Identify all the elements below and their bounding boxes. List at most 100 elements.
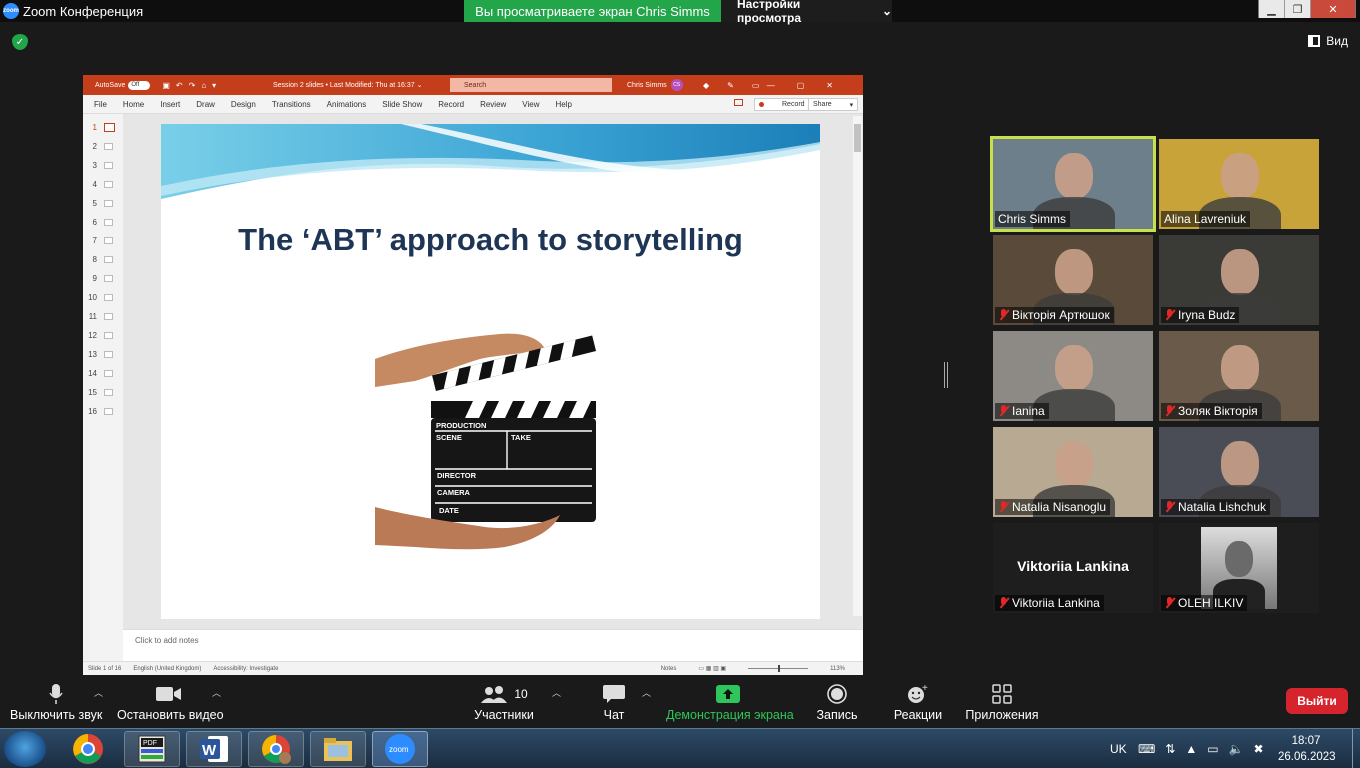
participant-tile[interactable]: Alina Lavreniuk [1159,139,1319,229]
ppt-tab-slide-show[interactable]: Slide Show [382,100,422,109]
ppt-tab-transitions[interactable]: Transitions [272,100,311,109]
view-buttons-icon[interactable]: ▭ ▦ ▥ ▣ [698,665,726,672]
slide-thumbnail[interactable]: 3 [83,156,123,175]
record-button[interactable]: Запись [812,680,862,722]
slide-thumbnail[interactable]: 12 [83,326,123,345]
participant-tile[interactable]: Iryna Budz [1159,235,1319,325]
autosave-switch[interactable]: Off [128,80,151,90]
viewing-share-banner: Вы просматриваете экран Chris Simms [464,0,721,22]
minimize-button[interactable]: ▁ [1259,0,1285,18]
slide-thumbnail-number: 8 [92,255,97,265]
explorer-icon[interactable] [310,731,366,767]
share-screen-button[interactable]: Демонстрация экрана [666,680,794,722]
participant-name-tag: Золяк Вікторія [1161,403,1262,419]
ppt-tab-insert[interactable]: Insert [160,100,180,109]
pdf-icon[interactable]: PDF [124,731,180,767]
muted-mic-icon [998,309,1009,321]
slide-thumbnail[interactable]: 14 [83,364,123,383]
participants-button[interactable]: 10 Участники [474,680,534,722]
slide-thumbnail[interactable]: 13 [83,345,123,364]
ppt-search-box[interactable]: Search [450,78,612,92]
participant-tile[interactable]: Natalia Nisanoglu [993,427,1153,517]
participant-tile[interactable]: Viktoriia Lankina Viktoriia Lankina [993,523,1153,613]
participant-tile[interactable]: Ianina [993,331,1153,421]
slide-thumbnail[interactable]: 6 [83,213,123,232]
audio-options-caret-icon[interactable]: ︿ [94,686,103,699]
ppt-tab-review[interactable]: Review [480,100,506,109]
ppt-tab-help[interactable]: Help [556,100,572,109]
ppt-share-button[interactable]: Share ▾ [808,98,859,111]
participant-tile[interactable]: Natalia Lishchuk [1159,427,1319,517]
slide-thumbnail[interactable]: 5 [83,194,123,213]
slide-thumbnail-number: 16 [88,406,97,416]
participants-caret-icon[interactable]: ︿ [552,686,561,699]
comments-icon[interactable] [734,99,743,106]
slide-thumbnail-preview [104,331,113,339]
show-desktop-button[interactable] [1352,729,1360,768]
ppt-window-controls[interactable]: —▢✕ [767,81,855,90]
participant-tile[interactable]: Золяк Вікторія [1159,331,1319,421]
chat-button[interactable]: Чат [594,680,634,722]
ppt-tab-record[interactable]: Record [438,100,464,109]
ppt-tab-design[interactable]: Design [231,100,256,109]
ppt-tab-home[interactable]: Home [123,100,144,109]
slide-thumbnail[interactable]: 16 [83,402,123,421]
mute-button[interactable]: Выключить звук [10,680,102,722]
slide-thumbnail[interactable]: 10 [83,288,123,307]
word-icon[interactable]: W [186,731,242,767]
status-notes[interactable]: Notes [661,666,677,672]
slide-thumbnail-number: 6 [92,217,97,227]
slide-thumbnail-number: 4 [92,179,97,189]
slide-thumbnail[interactable]: 4 [83,175,123,194]
security-shield-icon[interactable]: ✓ [12,34,28,50]
video-options-caret-icon[interactable]: ︿ [212,686,221,699]
scrollbar-thumb[interactable] [854,124,861,152]
slide-thumbnail[interactable]: 9 [83,269,123,288]
slide-thumbnail[interactable]: 7 [83,231,123,250]
windows-start-button[interactable] [4,731,46,767]
zoom-slider[interactable] [748,665,809,672]
chat-caret-icon[interactable]: ︿ [642,686,651,699]
participant-tile[interactable]: Chris Simms [990,136,1156,232]
close-button[interactable]: ✕ [1311,0,1355,18]
panel-splitter[interactable] [944,362,948,388]
quick-access-icons[interactable]: ▣↶↷⌂▾ [162,81,222,90]
slide-thumbnail[interactable]: 15 [83,383,123,402]
apps-button[interactable]: Приложения [964,680,1040,722]
reactions-button[interactable]: + Реакции [892,680,944,722]
zoom-icon[interactable]: zoom [372,731,428,767]
leave-button[interactable]: Выйти [1286,688,1348,714]
participant-tile[interactable]: Вікторія Артюшок [993,235,1153,325]
notes-pane[interactable]: Click to add notes [123,629,863,661]
participant-name-tag: Ianina [995,403,1049,419]
chrome-profile-icon[interactable] [248,731,304,767]
slide-thumbnail[interactable]: 11 [83,307,123,326]
ppt-user[interactable]: Chris Simms CS [627,79,683,91]
ppt-tab-draw[interactable]: Draw [196,100,215,109]
slide-thumbnail[interactable]: 8 [83,250,123,269]
maximize-button[interactable]: ❐ [1285,0,1311,18]
status-language[interactable]: English (United Kingdom) [133,666,201,672]
ppt-tab-animations[interactable]: Animations [327,100,367,109]
slide-thumbnail[interactable]: 2 [83,137,123,156]
slide-scrollbar[interactable] [853,116,862,616]
language-indicator[interactable]: UK [1110,742,1127,756]
tray-icons[interactable]: ⌨⇅▲▭🔈✖ [1138,742,1274,756]
participant-tile[interactable]: OLEH ILKIV [1159,523,1319,613]
stop-video-button[interactable]: Остановить видео [117,680,224,722]
view-button[interactable]: Вид [1308,34,1348,48]
chrome-icon[interactable] [60,731,116,767]
muted-mic-icon [998,501,1009,513]
status-zoom[interactable]: 113% [830,666,845,672]
chevron-down-icon: ⌄ [881,4,892,18]
taskbar-clock[interactable]: 18:07 26.06.2023 [1278,733,1336,765]
participant-name-tag: Вікторія Артюшок [995,307,1114,323]
autosave-toggle[interactable]: AutoSave Off [95,80,151,90]
ppt-tab-file[interactable]: File [94,100,107,109]
slide-thumbnail[interactable]: 1 [83,118,123,137]
current-slide[interactable]: The ‘ABT’ approach to storytelling PRODU… [161,124,820,619]
ppt-tab-view[interactable]: View [522,100,539,109]
ppt-document-title[interactable]: Session 2 slides • Last Modified: Thu at… [273,81,422,89]
view-options-dropdown[interactable]: Настройки просмотра ⌄ [721,0,892,25]
status-accessibility[interactable]: Accessibility: Investigate [213,666,278,672]
